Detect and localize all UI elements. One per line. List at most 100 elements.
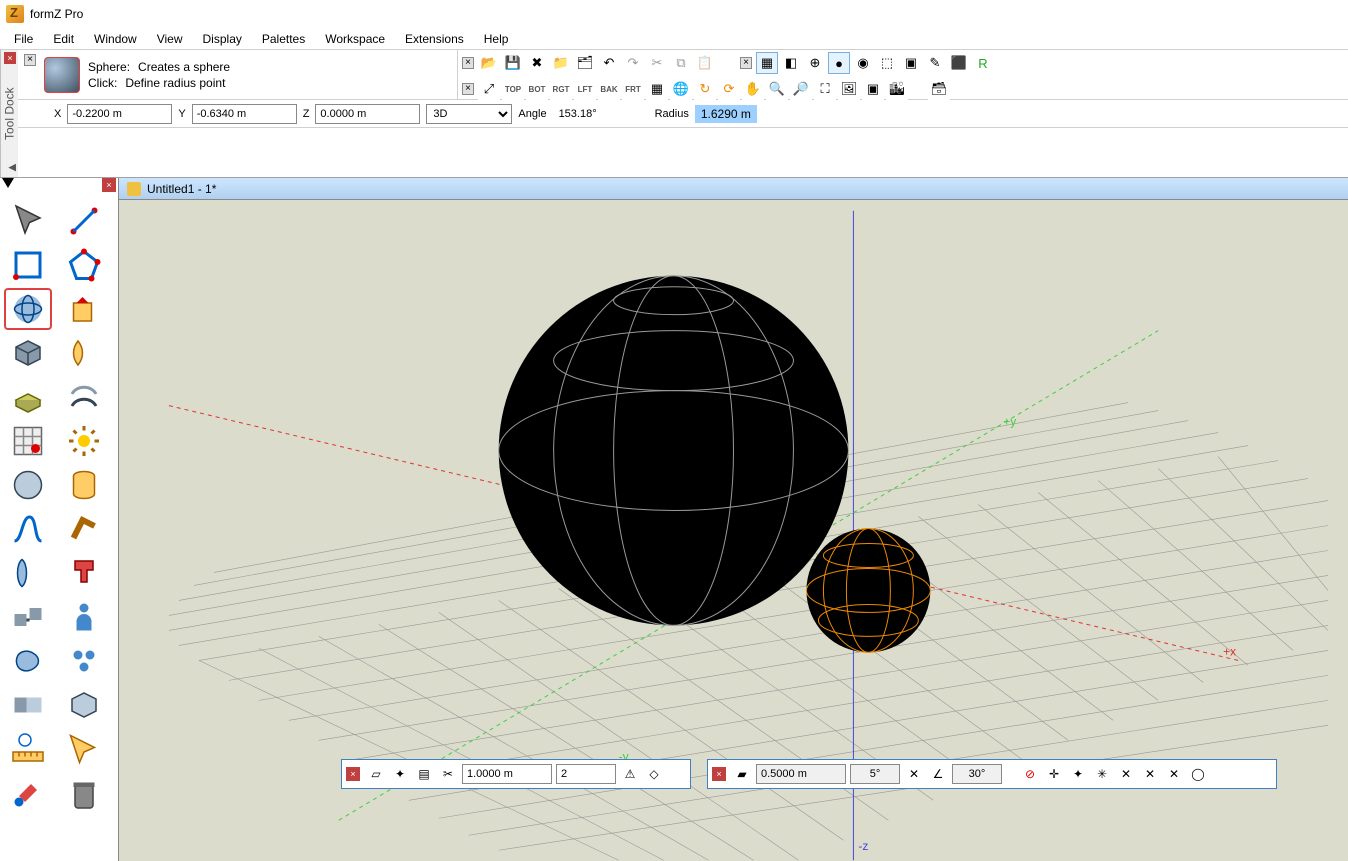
view-rgt-icon[interactable]: RGT (550, 78, 572, 100)
tool-extrude[interactable] (4, 376, 52, 418)
box2-render-icon[interactable]: ▣ (900, 52, 922, 74)
render-r-icon[interactable]: R (972, 52, 994, 74)
render-img-icon[interactable]: 🖼 (838, 78, 860, 100)
menu-extensions[interactable]: Extensions (395, 30, 474, 48)
solid-render-icon[interactable]: ◉ (852, 52, 874, 74)
layers-icon[interactable]: 🗃 (928, 78, 950, 100)
snap-palette[interactable]: × ▰ ✕ ∠ ⊘ ✛ ✦ ✳ ✕ ✕ ✕ ◯ (707, 759, 1277, 789)
fit-icon[interactable]: ⛶ (814, 78, 836, 100)
redo-icon[interactable]: ↷ (622, 52, 644, 74)
grid-cut-icon[interactable]: ✂ (438, 764, 458, 784)
axis-icon[interactable]: ⤢ (478, 78, 500, 100)
tool-hint-close-icon[interactable]: × (24, 54, 36, 66)
tool-cube[interactable] (4, 332, 52, 374)
tool-trash[interactable] (60, 772, 108, 814)
folder-icon[interactable]: 📁 (550, 52, 572, 74)
grid-axis-icon[interactable]: ✦ (390, 764, 410, 784)
globe-icon[interactable]: 🌐 (670, 78, 692, 100)
tool-lathe[interactable] (4, 552, 52, 594)
tool-clamp[interactable] (60, 552, 108, 594)
snap-intersect-icon[interactable]: ✕ (1116, 764, 1136, 784)
view-bot-icon[interactable]: BOT (526, 78, 548, 100)
menu-view[interactable]: View (147, 30, 193, 48)
snap-perp-icon[interactable]: ✕ (1164, 764, 1184, 784)
menu-help[interactable]: Help (474, 30, 519, 48)
view-top-icon[interactable]: TOP (502, 78, 524, 100)
menu-display[interactable]: Display (193, 30, 252, 48)
z-input[interactable] (315, 104, 420, 124)
close-doc-icon[interactable]: ✖ (526, 52, 548, 74)
tool-group[interactable] (60, 640, 108, 682)
toolbar-render-close-icon[interactable]: × (740, 57, 752, 69)
tool-loft[interactable] (60, 376, 108, 418)
snap-angle-input[interactable] (850, 764, 900, 784)
tool-dock-expand-icon[interactable]: ▶ (8, 162, 16, 173)
menu-workspace[interactable]: Workspace (315, 30, 395, 48)
view-frt-icon[interactable]: FRT (622, 78, 644, 100)
tool-hatch[interactable] (4, 420, 52, 462)
tool-polygon[interactable] (60, 244, 108, 286)
toolbar-view-close-icon[interactable]: × (462, 83, 474, 95)
persp-icon[interactable]: ▦ (646, 78, 668, 100)
grid-plane-icon[interactable]: ▱ (366, 764, 386, 784)
tool-pushpull[interactable] (60, 288, 108, 330)
zoom2-icon[interactable]: 🔎 (790, 78, 812, 100)
snap-plane-icon[interactable]: ▰ (732, 764, 752, 784)
sphere-render-icon[interactable]: ● (828, 52, 850, 74)
shaded-view-icon[interactable]: ◧ (780, 52, 802, 74)
menu-file[interactable]: File (4, 30, 43, 48)
wireframe-icon[interactable]: ⊕ (804, 52, 826, 74)
grid-erase-icon[interactable]: ◇ (644, 764, 664, 784)
grid-view-icon[interactable]: ▦ (756, 52, 778, 74)
grid-spacing-palette[interactable]: × ▱ ✦ ▤ ✂ ⚠ ◇ (341, 759, 691, 789)
tool-curve[interactable] (4, 508, 52, 550)
tool-boolean[interactable] (4, 684, 52, 726)
pan-icon[interactable]: ✋ (742, 78, 764, 100)
document-tab[interactable]: Untitled1 - 1* (119, 178, 1348, 200)
snap-grid-input[interactable] (756, 764, 846, 784)
undo-icon[interactable]: ↶ (598, 52, 620, 74)
cut-icon[interactable]: ✂ (646, 52, 668, 74)
view-bak-icon[interactable]: BAK (598, 78, 620, 100)
toolbar-file-close-icon[interactable]: × (462, 57, 474, 69)
menu-palettes[interactable]: Palettes (252, 30, 315, 48)
coord-mode-select[interactable]: 3D (426, 104, 512, 124)
snap-angle-icon[interactable]: ∠ (928, 764, 948, 784)
palette-expand-icon[interactable] (2, 178, 14, 188)
tool-paint[interactable] (4, 772, 52, 814)
pen-icon[interactable]: ✎ (924, 52, 946, 74)
menu-window[interactable]: Window (84, 30, 147, 48)
snap-mid-icon[interactable]: ✦ (1068, 764, 1088, 784)
grid-value-1-input[interactable] (462, 764, 552, 784)
view-lft-icon[interactable]: LFT (574, 78, 596, 100)
tool-cylinder[interactable] (60, 464, 108, 506)
grid-divide-icon[interactable]: ▤ (414, 764, 434, 784)
camera-icon[interactable]: ▣ (862, 78, 884, 100)
snap-none-icon[interactable]: ⊘ (1020, 764, 1040, 784)
radius-value[interactable]: 1.6290 m (695, 105, 757, 123)
tool-pipe[interactable] (60, 508, 108, 550)
tool-line[interactable] (60, 200, 108, 242)
folder2-icon[interactable]: 🗂 (574, 52, 596, 74)
rotate-icon[interactable]: ↻ (694, 78, 716, 100)
tool-measure[interactable] (4, 728, 52, 770)
snap-locked-icon[interactable]: ✕ (904, 764, 924, 784)
snap-tangent-icon[interactable]: ✕ (1140, 764, 1160, 784)
tool-blob[interactable] (4, 640, 52, 682)
grid-value-2-input[interactable] (556, 764, 616, 784)
snap-rot-input[interactable] (952, 764, 1002, 784)
copy-icon[interactable]: ⧉ (670, 52, 692, 74)
snap-palette-close-icon[interactable]: × (712, 767, 726, 781)
tool-pick[interactable] (4, 200, 52, 242)
snap-end-icon[interactable]: ✛ (1044, 764, 1064, 784)
palette-close-icon[interactable]: × (102, 178, 116, 192)
snap-center-icon[interactable]: ✳ (1092, 764, 1112, 784)
zoom-icon[interactable]: 🔍 (766, 78, 788, 100)
grid-warn-icon[interactable]: ⚠ (620, 764, 640, 784)
box-render-icon[interactable]: ⬚ (876, 52, 898, 74)
x-input[interactable] (67, 104, 172, 124)
tool-dock-strip[interactable]: × Tool Dock ▶ (0, 50, 18, 177)
open-folder-icon[interactable]: 📂 (478, 52, 500, 74)
paste-icon[interactable]: 📋 (694, 52, 716, 74)
tool-rectangle[interactable] (4, 244, 52, 286)
